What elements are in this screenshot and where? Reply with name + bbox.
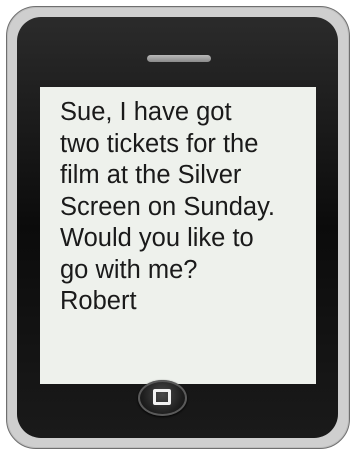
phone-illustration-page: Sue, I have got two tickets for the film… (0, 0, 359, 457)
phone-screen: Sue, I have got two tickets for the film… (40, 87, 316, 384)
square-home-icon (153, 389, 171, 405)
phone-bezel: Sue, I have got two tickets for the film… (17, 17, 338, 438)
speaker-slot-icon (147, 55, 211, 62)
mobile-phone: Sue, I have got two tickets for the film… (6, 6, 350, 449)
text-message: Sue, I have got two tickets for the film… (60, 98, 276, 315)
